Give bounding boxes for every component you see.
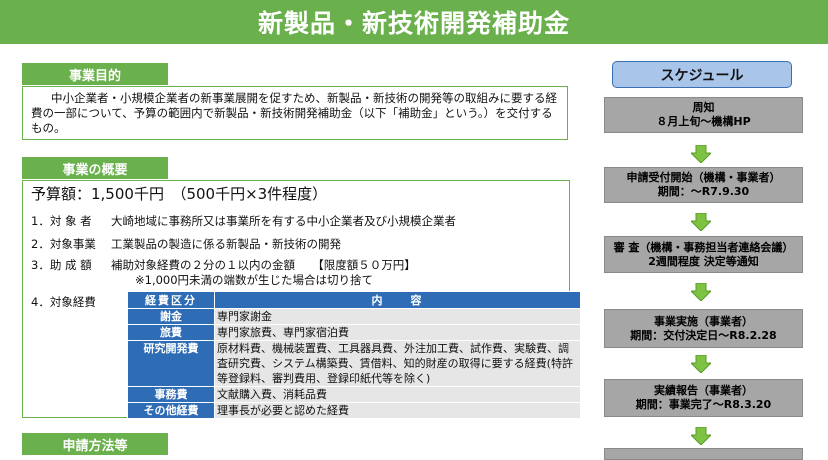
expense-content: 文献購入費、消耗品費	[214, 386, 581, 403]
table-row: 研究開発費 原材料費、機械装置費、工具器具費、外注加工費、試作費、実験費、調査研…	[127, 340, 581, 387]
item-text: 工業製品の製造に係る新製品・新技術の開発	[111, 237, 341, 251]
expense-category: 研究開発費	[127, 340, 215, 387]
item-amount: 3．助 成 額 補助対象経費の２分の１以内の金額 【限度額５０万円】	[31, 257, 416, 273]
step-title: 事業実施（事業者）	[654, 314, 753, 328]
expense-content: 理事長が必要と認めた経費	[214, 402, 581, 419]
arrow-down-icon	[691, 427, 711, 445]
item-text: 大崎地域に事務所又は事業所を有する中小企業者及び小規模企業者	[111, 214, 456, 228]
purpose-text: 中小企業者・小規模企業者の新事業展開を促すため、新製品・新技術の開発等の取組みに…	[31, 91, 557, 135]
expense-category: 旅費	[127, 324, 215, 341]
arrow-down-icon	[691, 213, 711, 231]
step-title: 申請受付開始（機構・事業者）	[626, 171, 781, 184]
schedule-step-implementation: 事業実施（事業者） 期間：交付決定日～R8.2.28	[604, 309, 803, 348]
page-title: 新製品・新技術開発補助金	[0, 0, 828, 44]
rounding-note: ※1,000円未満の端数が生じた場合は切り捨て	[135, 273, 374, 287]
table-header-row: 経費区分 内 容	[127, 291, 581, 309]
schedule-step-report: 実績報告（事業者） 期間：事業完了～R8.3.20	[604, 379, 803, 417]
item-number: 4．対象経費	[31, 295, 96, 309]
application-heading: 申請方法等	[22, 433, 168, 455]
step-detail: 期間：～R7.9.30	[657, 185, 750, 198]
item-number: 1．対 象 者	[31, 214, 92, 228]
item-number: 2．対象事業	[31, 237, 96, 251]
expense-category: 謝金	[127, 308, 215, 325]
overview-heading: 事業の概要	[22, 157, 168, 179]
item-target: 1．対 象 者 大崎地域に事務所又は事業所を有する中小企業者及び小規模企業者	[31, 213, 456, 229]
schedule-title: スケジュール	[612, 61, 792, 88]
table-row: 旅費 専門家旅費、専門家宿泊費	[127, 324, 581, 341]
step-detail: 2週間程度 決定等通知	[648, 254, 759, 268]
table-header-content: 内 容	[214, 291, 581, 309]
purpose-box: 中小企業者・小規模企業者の新事業展開を促すため、新製品・新技術の開発等の取組みに…	[22, 86, 568, 140]
step-title: 実績報告（事業者）	[654, 384, 753, 397]
expense-category: その他経費	[127, 402, 215, 419]
step-detail: ８月上旬～機構HP	[656, 115, 751, 128]
expense-table: 経費区分 内 容 謝金 専門家謝金 旅費 専門家旅費、専門家宿泊費 研究開発費 …	[127, 291, 581, 419]
schedule-step-notice: 周知 ８月上旬～機構HP	[604, 97, 803, 133]
table-row: 事務費 文献購入費、消耗品費	[127, 386, 581, 403]
item-text: 補助対象経費の２分の１以内の金額 【限度額５０万円】	[111, 258, 416, 272]
arrow-down-icon	[691, 283, 711, 301]
table-row: 謝金 専門家謝金	[127, 308, 581, 325]
expense-category: 事務費	[127, 386, 215, 403]
expense-content: 専門家旅費、専門家宿泊費	[214, 324, 581, 341]
item-number: 3．助 成 額	[31, 258, 92, 272]
expense-label: 4．対象経費	[31, 294, 96, 310]
step-title: 周知	[692, 101, 715, 114]
expense-content: 専門家謝金	[214, 308, 581, 325]
purpose-heading: 事業目的	[22, 63, 168, 85]
step-detail: 期間：事業完了～R8.3.20	[635, 398, 772, 411]
table-header-category: 経費区分	[127, 291, 215, 309]
schedule-step-application: 申請受付開始（機構・事業者） 期間：～R7.9.30	[604, 167, 803, 203]
item-project: 2．対象事業 工業製品の製造に係る新製品・新技術の開発	[31, 236, 341, 252]
step-detail: 期間：交付決定日～R8.2.28	[630, 328, 777, 342]
arrow-down-icon	[691, 355, 711, 373]
budget-text: 予算額：1,500千円 （500千円×3件程度）	[31, 185, 328, 203]
arrow-down-icon	[691, 145, 711, 163]
expense-content: 原材料費、機械装置費、工具器具費、外注加工費、試作費、実験費、調査研究費、システ…	[214, 340, 581, 387]
schedule-step-next	[604, 448, 803, 460]
schedule-step-review: 審 査（機構・事務担当者連絡会議） 2週間程度 決定等通知	[604, 236, 803, 273]
table-row: その他経費 理事長が必要と認めた経費	[127, 402, 581, 419]
step-title: 審 査（機構・事務担当者連絡会議）	[613, 240, 794, 254]
overview-box: 予算額：1,500千円 （500千円×3件程度） 1．対 象 者 大崎地域に事務所…	[22, 180, 581, 419]
